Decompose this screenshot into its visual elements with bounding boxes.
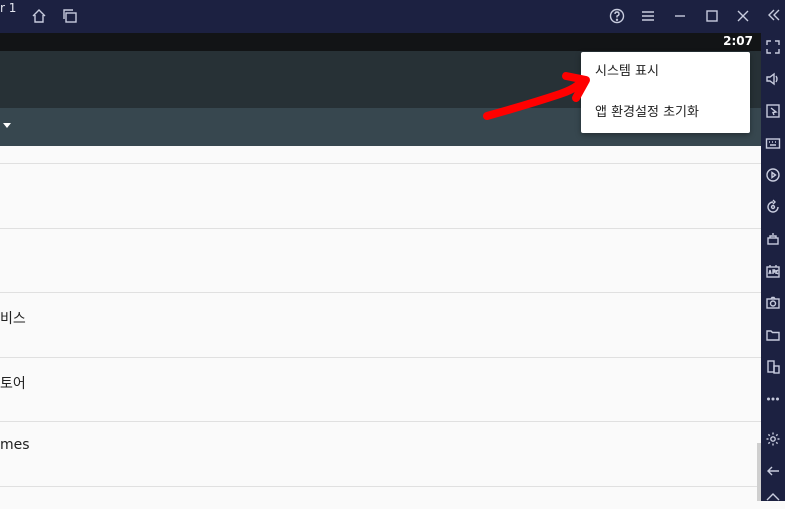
home-icon[interactable]: [29, 6, 49, 26]
maximize-icon[interactable]: [702, 6, 722, 26]
collapse-sidebar-icon[interactable]: [763, 5, 783, 25]
folder-icon[interactable]: [763, 325, 783, 345]
close-icon[interactable]: [733, 6, 753, 26]
list-item[interactable]: 토어: [0, 357, 761, 421]
dropdown-arrow-icon[interactable]: [3, 123, 11, 128]
title-bar: r 1: [0, 0, 761, 33]
pointer-icon[interactable]: [763, 101, 783, 121]
rotate-icon[interactable]: [763, 197, 783, 217]
menu-item-show-system[interactable]: 시스템 표시: [581, 52, 750, 92]
volume-icon[interactable]: [763, 69, 783, 89]
list-item[interactable]: [0, 228, 761, 292]
menu-icon[interactable]: [638, 6, 658, 26]
window-title: r 1: [0, 1, 17, 15]
screenshot-icon[interactable]: [763, 293, 783, 313]
list-item[interactable]: 비스: [0, 292, 761, 356]
macro-play-icon[interactable]: [763, 165, 783, 185]
list-item-label: mes: [0, 437, 30, 453]
menu-item-reset-app-preferences[interactable]: 앱 환경설정 초기화: [581, 93, 750, 133]
app-list: 비스 토어 mes: [0, 146, 761, 501]
more-icon[interactable]: [763, 389, 783, 409]
list-item-label: 토어: [0, 376, 26, 392]
multi-device-icon[interactable]: [763, 357, 783, 377]
list-item[interactable]: [0, 163, 761, 227]
status-bar: 2:07: [0, 33, 761, 51]
multi-instance-icon[interactable]: [60, 6, 80, 26]
minimize-icon[interactable]: [670, 6, 690, 26]
overflow-menu: 시스템 표시 앱 환경설정 초기화: [581, 52, 750, 133]
help-icon[interactable]: [607, 6, 627, 26]
back-icon[interactable]: [763, 461, 783, 481]
list-item-label: 비스: [0, 311, 26, 327]
shake-icon[interactable]: [763, 229, 783, 249]
list-item[interactable]: [0, 486, 761, 501]
status-time: 2:07: [723, 34, 753, 48]
home-icon[interactable]: [763, 489, 783, 509]
keyboard-icon[interactable]: [763, 133, 783, 153]
apk-icon[interactable]: [763, 261, 783, 281]
list-item[interactable]: mes: [0, 421, 761, 485]
right-sidebar: [761, 0, 785, 501]
fullscreen-icon[interactable]: [763, 37, 783, 57]
settings-icon[interactable]: [763, 429, 783, 449]
